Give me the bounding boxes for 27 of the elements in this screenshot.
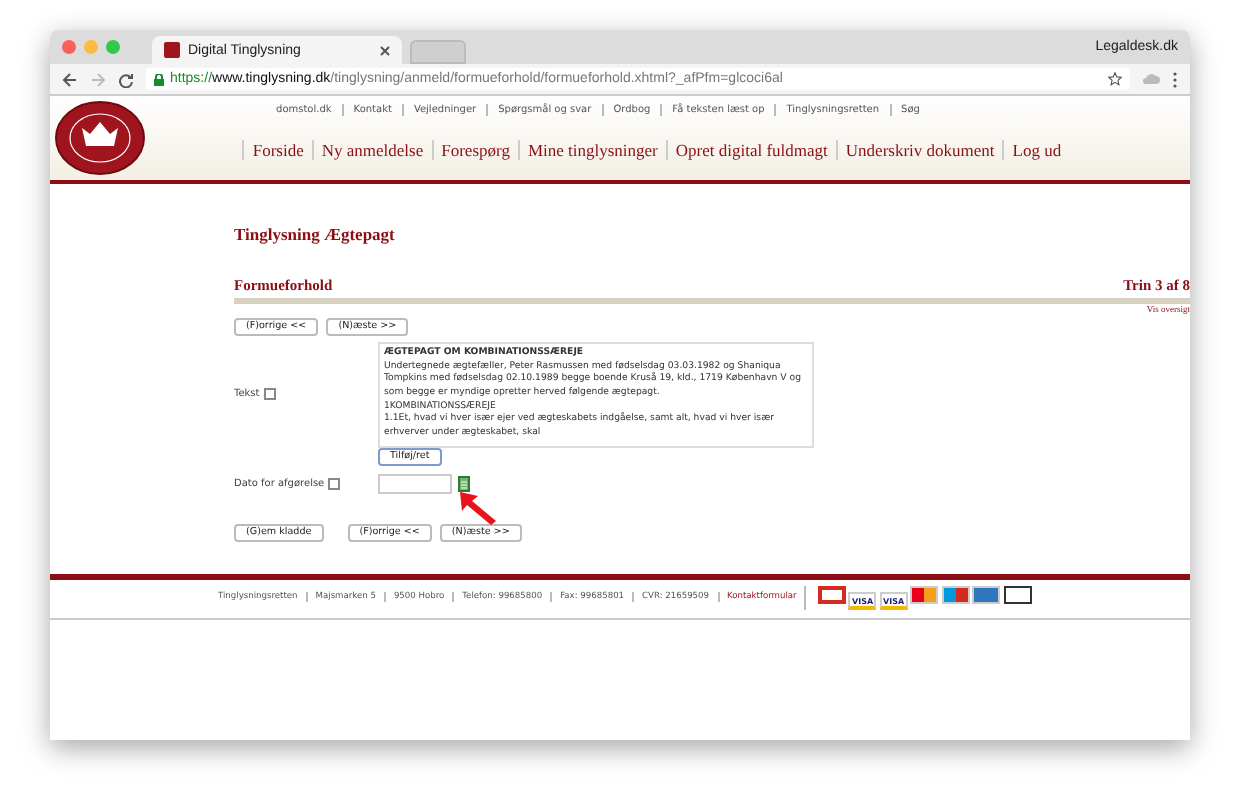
page-title: Tinglysning Ægtepagt xyxy=(234,224,397,244)
close-window-icon[interactable] xyxy=(62,40,76,54)
nav-link[interactable]: Log ud xyxy=(1002,140,1070,160)
nav-link[interactable]: Mine tinglysninger xyxy=(517,140,666,160)
date-input[interactable] xyxy=(378,473,452,494)
help-icon[interactable] xyxy=(328,477,341,490)
card-icon xyxy=(941,585,970,603)
reload-icon[interactable] xyxy=(118,71,134,87)
pointer-arrow-icon xyxy=(458,489,498,526)
menu-icon[interactable] xyxy=(1172,71,1178,87)
lock-icon xyxy=(154,73,164,85)
card-icon xyxy=(817,585,846,603)
bookmark-star-icon[interactable] xyxy=(1108,72,1122,86)
nav-link[interactable]: Forespørg xyxy=(431,140,518,160)
back-icon[interactable] xyxy=(62,71,78,87)
favicon-icon xyxy=(164,42,180,58)
card-icon xyxy=(1003,585,1032,603)
help-icon[interactable] xyxy=(263,388,276,401)
card-icon xyxy=(910,585,939,603)
card-icon xyxy=(972,585,1001,603)
nav-link[interactable]: Forside xyxy=(242,140,312,160)
nav-link[interactable]: Underskriv dokument xyxy=(835,140,1003,160)
nav-link[interactable]: Ny anmeldelse xyxy=(311,140,432,160)
calendar-icon[interactable] xyxy=(458,475,470,492)
court-seal-logo[interactable] xyxy=(54,96,146,180)
nav-link[interactable]: Opret digital fuldmagt xyxy=(665,140,836,160)
close-tab-icon[interactable] xyxy=(380,45,390,55)
